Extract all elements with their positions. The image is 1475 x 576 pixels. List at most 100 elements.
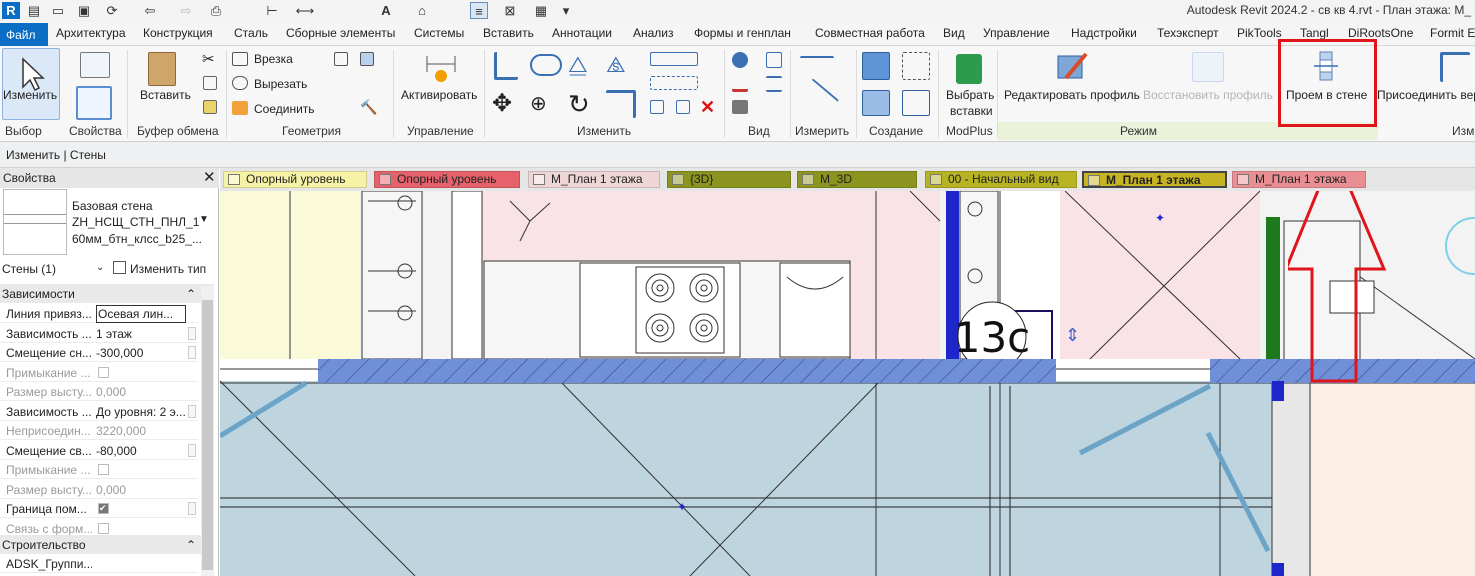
panel-measure[interactable]: Измерить [795, 124, 849, 138]
tab-formit[interactable]: Formit E [1430, 26, 1475, 40]
aligned-dimension-icon[interactable]: ⟷ [290, 2, 320, 19]
hide-icon[interactable] [766, 52, 782, 68]
type-name-line1[interactable]: Базовая стена [72, 199, 153, 213]
tab-steel[interactable]: Сталь [234, 26, 268, 40]
create-group-icon[interactable] [902, 90, 930, 116]
modify-arrow-icon[interactable] [2, 48, 60, 120]
view-tab-active[interactable]: М_План 1 этажа [1082, 171, 1227, 188]
measure-icon[interactable] [800, 56, 834, 68]
properties-icon[interactable] [80, 52, 110, 78]
tab-insert[interactable]: Вставить [483, 26, 534, 40]
split-icon[interactable] [650, 52, 698, 66]
associate-parameter-button[interactable] [188, 326, 196, 340]
undo-icon[interactable]: ⇦ [136, 2, 164, 19]
copy-icon[interactable] [203, 76, 217, 90]
create-parts-icon[interactable] [862, 90, 890, 116]
tab-file[interactable]: Файл [0, 23, 48, 46]
default-3d-icon[interactable]: ⌂ [408, 2, 436, 19]
select-inserts-line1[interactable]: Выбрать [946, 88, 994, 102]
modplus-icon[interactable] [956, 54, 982, 84]
text-icon[interactable]: A [378, 2, 394, 19]
edit-type-button[interactable]: Изменить тип [130, 262, 206, 276]
associate-parameter-button[interactable] [188, 443, 196, 457]
close-icon[interactable]: ✕ [203, 168, 216, 186]
tab-precast[interactable]: Сборные элементы [286, 26, 395, 40]
room-tag[interactable]: 13с [954, 313, 1031, 362]
property-row[interactable]: Граница пом... ✔ [0, 499, 198, 518]
sync-icon[interactable]: ⟳ [100, 2, 124, 19]
copy-element-icon[interactable]: ⊕ [530, 90, 560, 118]
property-value[interactable]: 1 этаж [96, 327, 186, 341]
property-value[interactable]: До уровня: 2 э... [96, 405, 186, 419]
type-name-line2[interactable]: ZH_НСЩ_СТН_ПНЛ_1 [72, 215, 199, 229]
edit-profile-label[interactable]: Редактировать профиль [1004, 88, 1140, 102]
align-icon[interactable] [494, 52, 518, 80]
collapse-icon[interactable]: ⌃ [186, 538, 196, 552]
tab-manage[interactable]: Управление [983, 26, 1050, 40]
property-checkbox[interactable]: ✔ [98, 503, 109, 514]
group-constraints[interactable]: Зависимости ⌃ [0, 284, 214, 303]
property-value[interactable]: Осевая лин... [96, 305, 186, 323]
scale-icon[interactable] [650, 100, 664, 114]
tab-piktools[interactable]: PikTools [1237, 26, 1282, 40]
delete-icon[interactable]: ✕ [700, 98, 716, 116]
activate-label[interactable]: Активировать [401, 88, 477, 102]
mirror-icon[interactable]: ⧋ [568, 52, 598, 80]
collapse-icon[interactable]: ⌃ [186, 287, 196, 301]
switch-windows-icon[interactable]: ▦ [528, 2, 554, 19]
split-face-icon[interactable] [360, 52, 374, 66]
offset-icon[interactable] [530, 54, 562, 76]
trim-icon[interactable] [606, 90, 636, 118]
thin-lines-icon[interactable]: ≡ [470, 2, 488, 19]
property-row[interactable]: Смещение сн... -300,000 [0, 343, 198, 362]
pin-icon[interactable] [676, 100, 690, 114]
type-name-line3[interactable]: 60мм_бтн_клсс_b25_... [72, 232, 202, 246]
tab-addins[interactable]: Надстройки [1071, 26, 1137, 40]
edit-type-icon[interactable] [113, 261, 126, 274]
wall-joins-icon[interactable] [334, 52, 348, 66]
tab-view[interactable]: Вид [943, 26, 965, 40]
mirror-draw-icon[interactable]: ⧌ [606, 52, 636, 80]
type-properties-icon[interactable] [76, 86, 112, 120]
tab-dirootsone[interactable]: DiRootsOne [1348, 26, 1413, 40]
select-inserts-line2[interactable]: вставки [950, 104, 993, 118]
tab-structure[interactable]: Конструкция [143, 26, 213, 40]
tab-tangl[interactable]: Tangl [1300, 26, 1329, 40]
type-dropdown-icon[interactable]: ▼ [199, 214, 209, 225]
create-similar-icon[interactable] [902, 52, 930, 80]
customize-qat-icon[interactable]: ▾ [560, 2, 572, 19]
tab-techexpert[interactable]: Техэксперт [1157, 26, 1219, 40]
save-icon[interactable]: ▣ [76, 2, 92, 19]
paste-icon[interactable] [148, 52, 176, 86]
property-value[interactable]: -80,000 [96, 444, 186, 458]
property-row[interactable]: Линия привяз... Осевая лин... [0, 304, 198, 323]
group-construction[interactable]: Строительство ⌃ [0, 535, 214, 554]
property-row[interactable]: Зависимость ... 1 этаж [0, 324, 198, 343]
panel-select[interactable]: Выбор [5, 124, 42, 138]
property-row[interactable]: Зависимость ... До уровня: 2 э... [0, 402, 198, 421]
cut2-label[interactable]: Вырезать [254, 77, 307, 91]
panel-view[interactable]: Вид [748, 124, 770, 138]
rotate-icon[interactable]: ↻ [568, 90, 598, 118]
property-row[interactable]: Смещение св... -80,000 [0, 441, 198, 460]
open-icon[interactable]: ▭ [50, 2, 66, 19]
view-tab[interactable]: М_План 1 этажа [1232, 171, 1366, 188]
tab-collaborate[interactable]: Совместная работа [815, 26, 925, 40]
drawing-canvas[interactable]: 13с ⇕ ✦ ✦ [220, 191, 1475, 576]
dimension-icon[interactable] [794, 78, 840, 122]
tab-analyze[interactable]: Анализ [633, 26, 674, 40]
cut-geometry-icon[interactable] [232, 76, 248, 90]
redo-icon[interactable]: ⇨ [172, 2, 200, 19]
view-override-icon[interactable] [732, 52, 748, 68]
tab-annotate[interactable]: Аннотации [552, 26, 612, 40]
attach-label[interactable]: Присоединить вер [1377, 88, 1475, 102]
view-tab[interactable]: М_План 1 этажа [528, 171, 660, 188]
property-value[interactable]: -300,000 [96, 346, 186, 360]
revit-logo-icon[interactable]: R [2, 2, 20, 19]
cope-icon[interactable] [232, 52, 248, 66]
associate-parameter-button[interactable] [188, 502, 196, 515]
instance-selector[interactable]: Стены (1) [2, 262, 56, 276]
properties-scrollbar[interactable] [201, 286, 214, 576]
filter-icon[interactable] [732, 100, 748, 114]
recent-files-icon[interactable]: ▤ [26, 2, 42, 19]
